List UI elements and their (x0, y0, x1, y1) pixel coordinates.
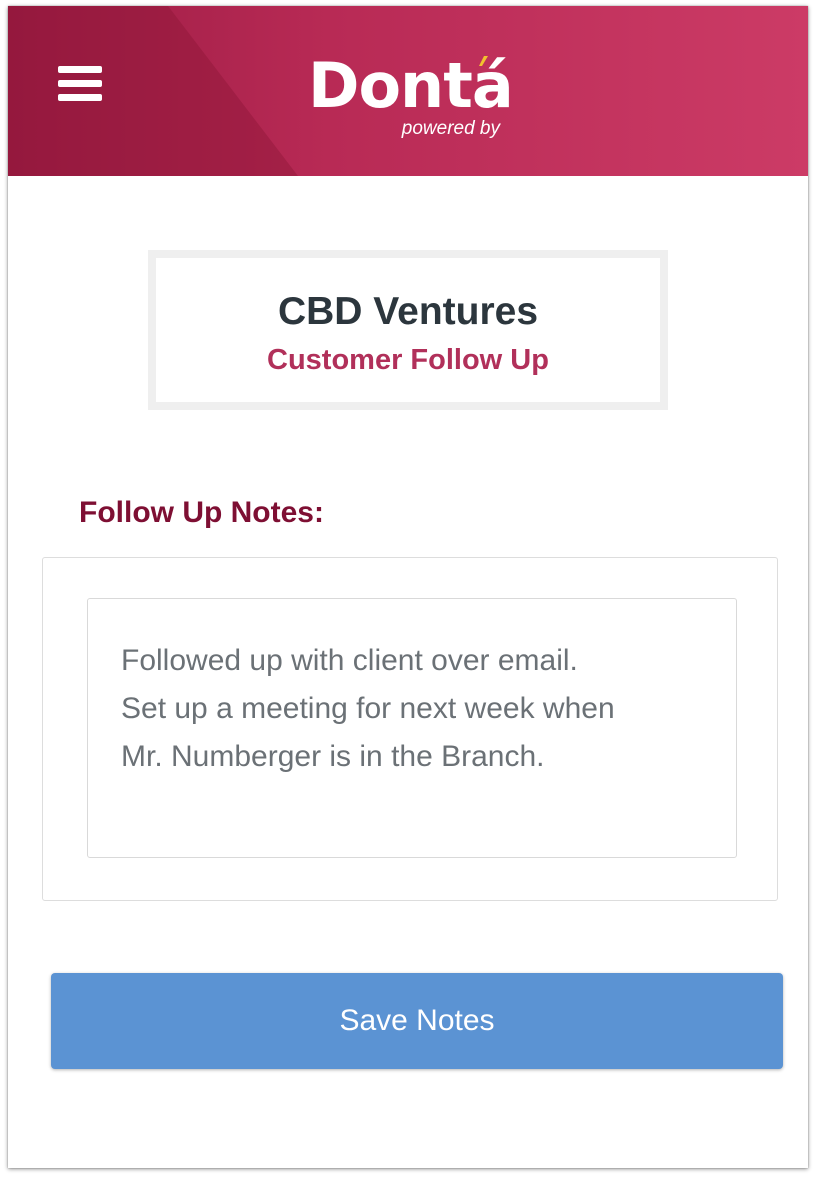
notes-text-line: Followed up with client over email. (121, 644, 578, 677)
save-notes-button[interactable]: Save Notes (51, 973, 783, 1069)
hamburger-menu-icon[interactable] (58, 64, 102, 104)
brand-accent-mark (479, 56, 488, 66)
notes-textarea[interactable]: Followed up with client over email. Set … (87, 598, 737, 858)
page-subtitle: Customer Follow Up (267, 344, 549, 376)
app-screen: Dontá powered by CBD Ventures Customer F… (8, 6, 808, 1168)
brand-logo: Dontá powered by (308, 48, 514, 148)
notes-label: Follow Up Notes: (79, 496, 324, 529)
notes-text-line: Mr. Numberger is in the Branch. (121, 740, 545, 773)
notes-text-line: Set up a meeting for next week when (121, 692, 615, 725)
brand-tagline: powered by (401, 118, 500, 139)
app-header: Dontá powered by (8, 6, 808, 176)
company-name: CBD Ventures (277, 290, 539, 333)
notes-panel: Followed up with client over email. Set … (42, 557, 778, 901)
customer-title-card: CBD Ventures Customer Follow Up (148, 250, 668, 410)
